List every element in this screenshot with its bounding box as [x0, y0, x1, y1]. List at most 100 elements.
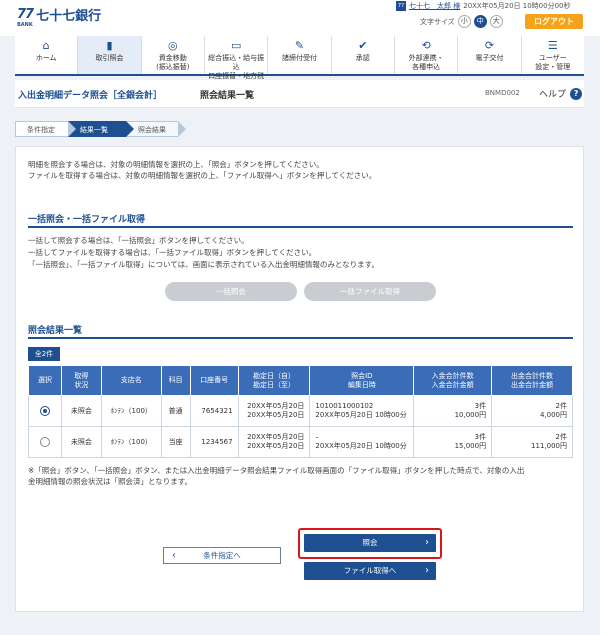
branch-cell: ﾎﾝﾃﾝ（100） — [100, 395, 162, 427]
table-header-row: 選択 取得 状況 支店名 科目 口座番号 勘定日（自） 勘定日（至） 照会ID 編集日… — [28, 365, 573, 396]
card-icon: ▭ — [230, 39, 242, 52]
status-cell: 未照会 — [60, 395, 102, 427]
status-cell: 未照会 — [60, 426, 102, 458]
user-badge-icon: 77 — [396, 1, 406, 11]
table-row[interactable]: 未照会 ﾎﾝﾃﾝ（100） 当座 1234567 20XX年05月20日 20XX… — [28, 426, 573, 458]
nav-label: 取引照会 — [95, 54, 124, 62]
withdrawal-amount: 111,000円 — [531, 442, 567, 450]
nav-label: 諸締付受付 — [281, 54, 317, 62]
date-to: 20XX年05月20日 — [247, 411, 305, 419]
nav-label: 電子交付 — [475, 54, 504, 62]
withdrawal-cell: 2件 111,000円 — [491, 426, 573, 458]
step-condition: 条件指定 — [15, 121, 76, 137]
bulk-inquiry-button[interactable]: 一括照会 — [165, 282, 297, 301]
header-withdrawal-totals: 出金合計件数 出金合計金額 — [491, 365, 573, 396]
user-name-link[interactable]: 七十七 太郎 様 — [409, 1, 460, 11]
subject-cell: 当座 — [160, 426, 191, 458]
footnote-2: 金明細情報の照会状況は「照会済」となります。 — [28, 477, 193, 486]
inquiry-id-cell: 1010011000102 20XX年05月20日 10時00分 — [309, 395, 415, 427]
edited-datetime: 20XX年05月20日 10時00分 — [315, 411, 407, 419]
header-subject: 科目 — [160, 365, 191, 396]
nav-requests[interactable]: ✎ 諸締付受付 — [267, 36, 330, 74]
bulk-file-button[interactable]: 一括ファイル取得 — [304, 282, 436, 301]
help-label: ヘルプ — [539, 90, 567, 100]
chevron-left-icon: ‹ — [172, 550, 176, 561]
approve-icon: ✔ — [358, 39, 368, 52]
nav-label: ホーム — [35, 54, 57, 62]
document-icon: ▮ — [106, 39, 113, 52]
table-row[interactable]: 未照会 ﾎﾝﾃﾝ（100） 普通 7654321 20XX年05月20日 20XX… — [28, 395, 573, 427]
nav-approval[interactable]: ✔ 承認 — [330, 36, 394, 74]
login-time: 20XX年05月20日 10時00分00秒 — [463, 2, 571, 10]
header-status: 取得 状況 — [60, 365, 102, 396]
nav-label: 資金移動 (振込振替) — [156, 54, 190, 71]
dates-cell: 20XX年05月20日 20XX年05月20日 — [237, 395, 311, 427]
results-section-title: 照会結果一覧 — [28, 326, 83, 336]
help-link[interactable]: ヘルプ ? — [539, 87, 583, 100]
deposit-amount: 10,000円 — [454, 411, 487, 419]
step-results-list: 結果一覧 — [68, 121, 134, 137]
global-nav: ⌂ ホーム ▮ 取引照会 ◎ 資金移動 (振込振替) ▭ 総合振込・給与振込 口座振… — [15, 36, 584, 80]
back-button-label: 条件指定へ — [203, 551, 241, 560]
font-size-large-button[interactable]: 大 — [489, 15, 503, 28]
bulk-text-3: 「一括照会」、「一括ファイル取得」については、画面に表示されている入出金明細情報… — [28, 260, 379, 269]
intro-text-2: ファイルを取得する場合は、対象の明細情報を選択の上、「ファイル取得へ」ボタンを押… — [28, 171, 377, 180]
branch-cell: ﾎﾝﾃﾝ（100） — [100, 426, 162, 458]
user-settings-icon: ☰ — [547, 39, 558, 52]
intro-text-1: 明細を照会する場合は、対象の明細情報を選択の上、「照会」ボタンを押してください。 — [28, 160, 324, 169]
font-size-control: 文字サイズ 小 中 大 — [420, 15, 503, 28]
nav-transaction-inquiry[interactable]: ▮ 取引照会 — [77, 36, 141, 74]
account-cell: 7654321 — [189, 395, 239, 427]
nav-label: 外部連携・ 各種申込 — [408, 54, 444, 71]
deposit-count: 3件 — [474, 433, 487, 441]
inquiry-button[interactable]: 照会 › — [304, 534, 436, 552]
header-inquiry-id: 照会ID 編集日時 — [309, 365, 415, 396]
withdrawal-amount: 4,000円 — [539, 411, 567, 419]
header-branch: 支店名 — [100, 365, 162, 396]
logout-button[interactable]: ログアウト — [525, 14, 583, 29]
back-to-conditions-button[interactable]: ‹ 条件指定へ — [163, 547, 281, 564]
date-from: 20XX年05月20日 — [247, 402, 305, 410]
header-account: 口座番号 — [189, 365, 239, 396]
file-acquire-button[interactable]: ファイル取得へ › — [304, 562, 436, 580]
link-icon: ⟲ — [421, 39, 431, 52]
nav-user-settings[interactable]: ☰ ユーザー 設定・管理 — [520, 36, 584, 74]
nav-e-delivery[interactable]: ⟳ 電子交付 — [457, 36, 520, 74]
bulk-section-title: 一括照会・一括ファイル取得 — [28, 215, 146, 225]
pen-icon: ✎ — [294, 39, 305, 52]
main-panel: 明細を照会する場合は、対象の明細情報を選択の上、「照会」ボタンを押してください。… — [15, 146, 584, 612]
row-radio-selected[interactable] — [39, 406, 50, 416]
header-select: 選択 — [28, 365, 62, 396]
font-size-medium-button[interactable]: 中 — [473, 15, 487, 28]
inquiry-id: – — [315, 433, 319, 441]
bank-logo[interactable]: 77 BANK 七十七銀行 — [17, 7, 101, 28]
account-cell: 1234567 — [189, 426, 239, 458]
deposit-cell: 3件 10,000円 — [413, 395, 493, 427]
nav-external-link[interactable]: ⟲ 外部連携・ 各種申込 — [393, 36, 457, 74]
logo-mark: 77 BANK — [17, 7, 34, 28]
file-acquire-button-label: ファイル取得へ — [343, 566, 397, 575]
page-heading: 入出金明細データ照会［全銀会計］ 照会結果一覧 BNMD002 ヘルプ ? — [15, 80, 584, 108]
results-section-divider — [28, 337, 573, 339]
header-deposit-totals: 入金合計件数 入金合計金額 — [413, 365, 493, 396]
dates-cell: 20XX年05月20日 20XX年05月20日 — [237, 426, 311, 458]
nav-fund-transfer[interactable]: ◎ 資金移動 (振込振替) — [140, 36, 204, 74]
page-subtitle: 照会結果一覧 — [200, 91, 255, 101]
result-count-badge: 全2件 — [28, 347, 60, 361]
nav-bulk-transfer[interactable]: ▭ 総合振込・給与振込 口座振替・地方税 — [203, 36, 267, 80]
font-size-small-button[interactable]: 小 — [457, 15, 471, 28]
edited-datetime: 20XX年05月20日 10時00分 — [315, 442, 407, 450]
home-icon: ⌂ — [42, 39, 50, 52]
refresh-icon: ⟳ — [484, 39, 495, 52]
inquiry-button-label: 照会 — [362, 538, 378, 547]
footnote-1: ※「照会」ボタン、「一括照会」ボタン、または入出金明細データ照会結果ファイル取得… — [28, 466, 525, 475]
select-cell — [28, 395, 62, 427]
header-dates: 勘定日（自） 勘定日（至） — [237, 365, 311, 396]
user-info: 77 七十七 太郎 様 20XX年05月20日 10時00分00秒 — [396, 1, 571, 11]
inquiry-id: 1010011000102 — [315, 402, 374, 410]
withdrawal-count: 2件 — [555, 402, 567, 410]
inquiry-id-cell: –20XX年05月20日 10時00分 — [309, 426, 415, 458]
nav-home[interactable]: ⌂ ホーム — [15, 36, 77, 74]
withdrawal-cell: 2件 4,000円 — [491, 395, 573, 427]
row-radio[interactable] — [39, 437, 50, 447]
